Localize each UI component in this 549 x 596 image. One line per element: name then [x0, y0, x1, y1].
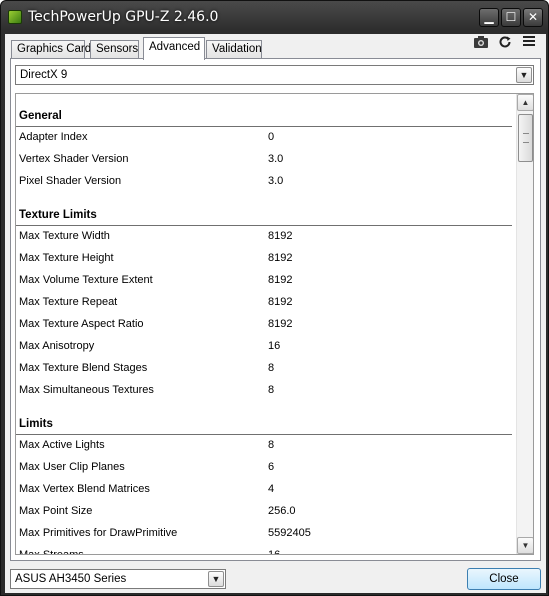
gpu-select[interactable]: ASUS AH3450 Series ▼	[10, 569, 226, 589]
property-key: Max Texture Height	[19, 252, 114, 264]
property-row[interactable]: Max Vertex Blend Matrices 4	[16, 479, 516, 501]
window-title: TechPowerUp GPU-Z 2.46.0	[28, 9, 219, 25]
property-key: Max Point Size	[19, 505, 93, 517]
property-row[interactable]: Max Simultaneous Textures 8	[16, 380, 516, 402]
tab-validation[interactable]: Validation	[206, 40, 262, 59]
title-bar[interactable]: TechPowerUp GPU-Z 2.46.0 ▁ ☐ ✕	[1, 1, 548, 34]
property-value: 16	[268, 340, 281, 352]
minimize-button[interactable]: ▁	[479, 8, 499, 27]
property-key: Max Vertex Blend Matrices	[19, 483, 150, 495]
property-key: Max User Clip Planes	[19, 461, 125, 473]
property-row[interactable]: Max Texture Blend Stages 8	[16, 358, 516, 380]
property-row[interactable]: Max Active Lights 8	[16, 435, 516, 457]
tab-advanced[interactable]: Advanced	[143, 37, 205, 60]
section-header: Texture Limits	[16, 193, 512, 226]
property-value: 0	[268, 131, 275, 143]
app-icon	[8, 10, 22, 24]
gpu-select-value: ASUS AH3450 Series	[15, 573, 127, 585]
property-key: Max Primitives for DrawPrimitive	[19, 527, 178, 539]
chevron-down-icon[interactable]: ▼	[516, 67, 532, 83]
property-row[interactable]: Vertex Shader Version 3.0	[16, 149, 516, 171]
property-row[interactable]: Max Texture Aspect Ratio 8192	[16, 314, 516, 336]
property-value: 8192	[268, 318, 293, 330]
vertical-scrollbar[interactable]: ▲ ▼	[516, 94, 533, 554]
property-value: 5592405	[268, 527, 311, 539]
property-key: Vertex Shader Version	[19, 153, 129, 165]
property-row[interactable]: Adapter Index 0	[16, 127, 516, 149]
properties-list[interactable]: General Adapter Index 0 Vertex Shader Versi…	[15, 93, 534, 555]
section-title: Limits	[19, 418, 53, 430]
property-row[interactable]: Max Texture Repeat 8192	[16, 292, 516, 314]
property-value: 8	[268, 439, 275, 451]
scroll-thumb[interactable]	[518, 114, 533, 162]
close-window-button[interactable]: ✕	[523, 8, 543, 27]
property-value: 3.0	[268, 175, 284, 187]
property-key: Max Texture Aspect Ratio	[19, 318, 144, 330]
maximize-button[interactable]: ☐	[501, 8, 521, 27]
property-row[interactable]: Pixel Shader Version 3.0	[16, 171, 516, 193]
property-key: Adapter Index	[19, 131, 88, 143]
scroll-down-icon[interactable]: ▼	[517, 537, 533, 554]
tab-sensors[interactable]: Sensors	[90, 40, 139, 59]
section-title: Texture Limits	[19, 209, 97, 221]
property-key: Max Simultaneous Textures	[19, 384, 154, 396]
api-select[interactable]: DirectX 9 ▼	[15, 65, 534, 85]
property-row[interactable]: Max Anisotropy 16	[16, 336, 516, 358]
property-key: Max Anisotropy	[19, 340, 95, 352]
property-value: 6	[268, 461, 275, 473]
properties-rows: General Adapter Index 0 Vertex Shader Versi…	[16, 94, 516, 555]
property-row[interactable]: Max Texture Height 8192	[16, 248, 516, 270]
property-value: 8192	[268, 296, 293, 308]
tab-graphics-card[interactable]: Graphics Card	[11, 40, 91, 59]
property-value: 8	[268, 384, 275, 396]
property-key: Max Texture Width	[19, 230, 110, 242]
gpuz-window: TechPowerUp GPU-Z 2.46.0 ▁ ☐ ✕ Graphics …	[0, 0, 549, 596]
api-select-value: DirectX 9	[20, 69, 68, 81]
property-key: Max Active Lights	[19, 439, 105, 451]
property-value: 8192	[268, 274, 293, 286]
scroll-up-icon[interactable]: ▲	[517, 94, 533, 111]
advanced-panel: DirectX 9 ▼ General Adapter Index 0 Vertex …	[10, 58, 541, 561]
property-row[interactable]: Max Streams 16	[16, 545, 516, 555]
menu-icon[interactable]	[520, 35, 538, 51]
property-value: 4	[268, 483, 275, 495]
property-key: Pixel Shader Version	[19, 175, 122, 187]
property-key: Max Streams	[19, 549, 84, 555]
property-row[interactable]: Max Point Size 256.0	[16, 501, 516, 523]
property-value: 256.0	[268, 505, 296, 517]
property-row[interactable]: Max Primitives for DrawPrimitive 5592405	[16, 523, 516, 545]
property-value: 8192	[268, 252, 293, 264]
property-key: Max Volume Texture Extent	[19, 274, 153, 286]
refresh-icon[interactable]	[496, 35, 514, 51]
property-value: 8192	[268, 230, 293, 242]
camera-icon[interactable]	[472, 35, 490, 51]
section-header: Limits	[16, 402, 512, 435]
property-key: Max Texture Repeat	[19, 296, 118, 308]
section-title: General	[19, 110, 62, 122]
property-row[interactable]: Max Texture Width 8192	[16, 226, 516, 248]
client-area: Graphics Card Sensors Advanced Validatio…	[5, 34, 546, 593]
property-value: 8	[268, 362, 275, 374]
property-value: 3.0	[268, 153, 284, 165]
property-row[interactable]: Max Volume Texture Extent 8192	[16, 270, 516, 292]
property-row[interactable]: Max User Clip Planes 6	[16, 457, 516, 479]
close-button[interactable]: Close	[467, 568, 541, 590]
property-key: Max Texture Blend Stages	[19, 362, 148, 374]
chevron-down-icon[interactable]: ▼	[208, 571, 224, 587]
section-header: General	[16, 94, 512, 127]
property-value: 16	[268, 549, 281, 555]
